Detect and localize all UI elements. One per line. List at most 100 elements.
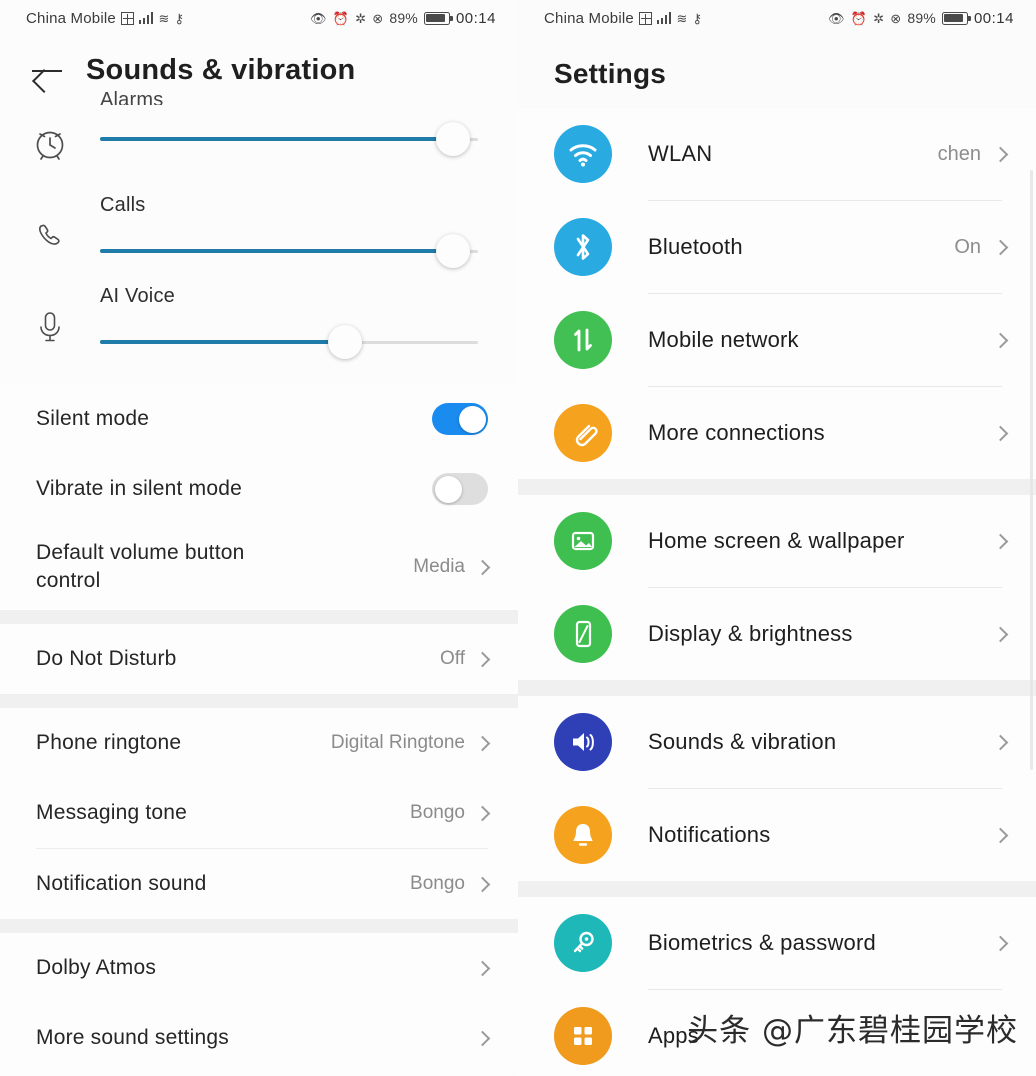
slider-body-alarms: Alarms [100, 89, 518, 159]
section-gap [0, 919, 518, 933]
settings-title: Settings [554, 58, 667, 89]
settings-group-display: Home screen & wallpaper Display & bright… [518, 495, 1036, 680]
settings-item-mobile-network[interactable]: Mobile network [518, 294, 1036, 386]
back-arrow-icon[interactable] [30, 58, 64, 84]
vpn-key-icon: ⚷ [174, 10, 185, 26]
chevron-right-icon [474, 651, 491, 667]
settings-item-bluetooth[interactable]: Bluetooth On [518, 201, 1036, 293]
chevron-right-icon [474, 876, 491, 892]
settings-item-label: Biometrics & password [648, 930, 876, 955]
chevron-right-icon [474, 805, 491, 821]
row-silent-mode[interactable]: Silent mode [0, 384, 518, 454]
slider-track-alarms[interactable] [100, 119, 478, 159]
paperclip-icon [554, 404, 612, 462]
settings-item-label: More connections [648, 420, 825, 445]
data-icon [120, 11, 134, 25]
status-bar-left-group: China Mobile ≋ ⚷ [26, 10, 184, 27]
row-value: Bongo [410, 873, 465, 894]
settings-item-more-connections[interactable]: More connections [518, 387, 1036, 479]
slider-body-calls: Calls [100, 192, 518, 271]
settings-item-label: Display & brightness [648, 621, 853, 646]
row-label: Phone ringtone [36, 731, 182, 755]
mute-icon: ⊗ [890, 10, 902, 26]
settings-item-sounds-vibration[interactable]: Sounds & vibration [518, 696, 1036, 788]
do-not-disturb-group: Do Not Disturb Off [0, 624, 518, 694]
clock-label: 00:14 [973, 9, 1014, 27]
network-icon: ≋ [158, 10, 170, 26]
settings-item-value: chen [937, 142, 981, 165]
row-do-not-disturb[interactable]: Do Not Disturb Off [0, 624, 518, 694]
slider-fill [100, 137, 448, 141]
settings-group-connectivity: WLAN chen Bluetooth On Mobile network Mo… [518, 108, 1036, 479]
grid-apps-icon [554, 1007, 612, 1065]
bell-icon [554, 806, 612, 864]
status-bar-left: China Mobile ≋ ⚷ 👁 ⏰ ✲ ⊗ 89% 00:14 [0, 0, 518, 36]
slider-track-calls[interactable] [100, 231, 478, 271]
slider-thumb-ai-voice[interactable] [327, 325, 362, 359]
row-default-volume-button-control[interactable]: Default volume button control Media [0, 524, 518, 610]
settings-item-label: Sounds & vibration [648, 729, 837, 754]
vpn-key-icon: ⚷ [692, 10, 703, 26]
slider-body-ai-voice: AI Voice [100, 283, 518, 362]
data-icon [638, 11, 652, 25]
row-label: Vibrate in silent mode [36, 477, 242, 501]
slider-track-ai-voice[interactable] [100, 322, 478, 362]
slider-row-ai-voice[interactable]: AI Voice [0, 283, 518, 374]
chevron-right-icon [474, 960, 491, 976]
row-label: Dolby Atmos [36, 956, 157, 980]
row-vibrate-in-silent-mode[interactable]: Vibrate in silent mode [0, 454, 518, 524]
settings-item-home-screen-wallpaper[interactable]: Home screen & wallpaper [518, 495, 1036, 587]
mute-icon: ⊗ [372, 10, 384, 26]
row-label: More sound settings [36, 1026, 229, 1050]
section-gap [518, 479, 1036, 495]
slider-thumb-alarms[interactable] [435, 122, 470, 156]
alarm-icon: ⏰ [332, 10, 350, 26]
settings-item-display-brightness[interactable]: Display & brightness [518, 588, 1036, 680]
key-icon [554, 914, 612, 972]
settings-item-notifications[interactable]: Notifications [518, 789, 1036, 881]
slider-fill [100, 249, 448, 253]
dual-screenshot-container: China Mobile ≋ ⚷ 👁 ⏰ ✲ ⊗ 89% 00:14 Sound… [0, 0, 1036, 1076]
settings-item-label: Mobile network [648, 327, 799, 352]
slider-row-calls[interactable]: Calls [0, 192, 518, 283]
clock-label: 00:14 [455, 9, 496, 27]
chevron-right-icon [992, 332, 1009, 348]
phone-brightness-icon [554, 605, 612, 663]
toggle-knob [434, 475, 462, 503]
chevron-right-icon [992, 146, 1009, 162]
row-notification-sound[interactable]: Notification sound Bongo [0, 849, 518, 919]
row-phone-ringtone[interactable]: Phone ringtone Digital Ringtone [0, 708, 518, 778]
chevron-right-icon [992, 734, 1009, 750]
row-label: Silent mode [36, 407, 150, 431]
silent-mode-group: Silent mode Vibrate in silent mode Defau… [0, 384, 518, 610]
slider-row-alarms[interactable]: Alarms [0, 89, 518, 192]
phone-icon [0, 192, 100, 254]
scrollbar[interactable] [1030, 170, 1033, 770]
bluetooth-icon: ✲ [355, 10, 367, 26]
carrier-label: China Mobile [26, 9, 116, 27]
signal-bars-icon [656, 12, 672, 24]
settings-item-biometrics-password[interactable]: Biometrics & password [518, 897, 1036, 989]
chevron-right-icon [992, 425, 1009, 441]
toggle-silent-mode[interactable] [432, 403, 488, 435]
battery-percent-label: 89% [907, 10, 936, 26]
battery-percent-label: 89% [389, 10, 418, 26]
row-messaging-tone[interactable]: Messaging tone Bongo [0, 778, 518, 848]
carrier-label: China Mobile [544, 9, 634, 27]
battery-icon [423, 11, 453, 25]
row-more-sound-settings[interactable]: More sound settings [0, 1003, 518, 1073]
settings-item-wlan[interactable]: WLAN chen [518, 108, 1036, 200]
row-dolby-atmos[interactable]: Dolby Atmos [0, 933, 518, 1003]
settings-item-label: Notifications [648, 822, 771, 847]
status-bar-right-group: 👁 ⏰ ✲ ⊗ 89% 00:14 [310, 10, 496, 27]
chevron-right-icon [992, 827, 1009, 843]
slider-thumb-calls[interactable] [435, 234, 470, 268]
audio-extras-group: Dolby Atmos More sound settings [0, 933, 518, 1073]
chevron-right-icon [992, 239, 1009, 255]
slider-label-alarms: Alarms [100, 89, 164, 105]
row-value: Bongo [410, 802, 465, 823]
settings-item-label: Bluetooth [648, 234, 743, 259]
toggle-vibrate-in-silent-mode[interactable] [432, 473, 488, 505]
row-label: Default volume button control [36, 541, 245, 592]
bluetooth-icon [554, 218, 612, 276]
